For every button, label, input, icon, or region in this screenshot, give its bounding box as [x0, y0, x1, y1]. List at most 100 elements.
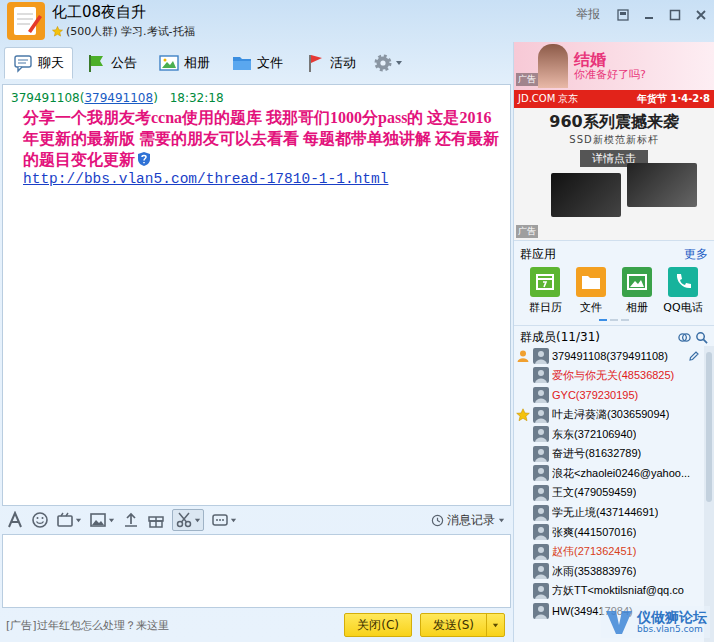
group-app[interactable]: 群日历	[522, 267, 568, 315]
scissors-icon[interactable]	[175, 511, 193, 529]
message-history-button[interactable]: 消息记录	[431, 512, 505, 529]
forum-logo-icon	[604, 607, 634, 637]
group-app[interactable]: 文件	[568, 267, 614, 315]
search-icon[interactable]	[695, 331, 708, 344]
member-row[interactable]: 冰雨(353883976)	[514, 562, 704, 582]
tab[interactable]: 公告	[77, 47, 146, 79]
member-scrollbar[interactable]	[704, 346, 714, 642]
bottom-bar: [广告]过年红包怎么处理？来这里 关闭(C) 发送(S)	[0, 608, 511, 642]
member-avatar-icon	[533, 603, 549, 619]
folder-icon	[232, 53, 252, 73]
member-row[interactable]: GYC(379230195)	[514, 385, 704, 405]
settings-menu[interactable]	[369, 53, 407, 73]
jd-ad[interactable]: JD.COM 京东年货节 1·4-2·8 960系列震撼来袭 SSD新模范新标杆…	[514, 90, 714, 240]
member-avatar-icon	[533, 563, 549, 579]
member-avatar-icon	[533, 583, 549, 599]
dropdown-arrow-icon[interactable]	[492, 622, 499, 629]
album-icon	[159, 53, 179, 73]
member-row[interactable]: 奋进号(81632789)	[514, 444, 704, 464]
member-row[interactable]: 东东(372106940)	[514, 424, 704, 444]
skin-icon[interactable]	[616, 8, 630, 22]
action-button[interactable]: 关闭(C)	[344, 613, 412, 637]
qq-group-chat-window: 化工08夜自升 (500人群) 学习.考试-托福 举报 聊天 公告 相册 文件 …	[0, 0, 714, 642]
message-link[interactable]: http://bbs.vlan5.com/thread-17810-1-1.ht…	[11, 171, 502, 187]
owner-icon	[516, 349, 530, 363]
member-avatar-icon	[533, 446, 549, 462]
notice-flag-icon	[86, 53, 106, 73]
more-tools-icon[interactable]	[211, 511, 229, 529]
title-bar: 化工08夜自升 (500人群) 学习.考试-托福 举报	[0, 0, 714, 42]
member-row[interactable]: 叶走浔葵潞(303659094)	[514, 405, 704, 425]
dropdown-arrow-icon[interactable]	[194, 517, 201, 524]
close-icon[interactable]	[694, 8, 708, 22]
group-title: 化工08夜自升	[52, 3, 195, 22]
minimize-icon[interactable]	[642, 8, 656, 22]
message-text: 分享一个我朋友考ccna使用的题库 我那哥们1000分pass的 这是2016年…	[11, 107, 502, 170]
member-row[interactable]: 张爽(441507016)	[514, 522, 704, 542]
group-app[interactable]: QQ电话	[660, 267, 706, 315]
tab[interactable]: 活动	[296, 47, 365, 79]
chat-icon	[13, 53, 33, 73]
image-icon[interactable]	[89, 511, 107, 529]
chat-history: 379491108(379491108) 18:32:18 分享一个我朋友考cc…	[2, 84, 511, 506]
calendar-icon	[530, 267, 560, 297]
clock-icon	[431, 514, 444, 527]
member-row[interactable]: 379491108(379491108)	[514, 346, 704, 366]
member-avatar-icon	[533, 348, 549, 364]
member-row[interactable]: 爱你与你无关(48536825)	[514, 366, 704, 386]
member-avatar-icon	[533, 524, 549, 540]
group-apps: 群应用 更多 群日历 文件 相册 QQ电话	[514, 240, 714, 325]
phone-icon	[668, 267, 698, 297]
gift-icon[interactable]	[147, 511, 165, 529]
dropdown-arrow-icon[interactable]	[230, 517, 237, 524]
pager	[520, 315, 708, 323]
member-avatar-icon	[533, 426, 549, 442]
sender-link[interactable]: 379491108	[84, 91, 153, 105]
dropdown-arrow-icon[interactable]	[75, 517, 82, 524]
member-avatar-icon	[533, 544, 549, 560]
input-toolbar: 消息记录	[0, 506, 511, 534]
member-row[interactable]: 学无止境(437144691)	[514, 503, 704, 523]
group-avatar-icon[interactable]	[6, 1, 46, 41]
tab[interactable]: 文件	[223, 47, 292, 79]
message-input[interactable]	[2, 534, 511, 608]
member-row[interactable]: 王文(479059459)	[514, 483, 704, 503]
dropdown-arrow-icon	[395, 59, 403, 67]
tab[interactable]: 相册	[150, 47, 219, 79]
chat-message: 379491108(379491108) 18:32:18 分享一个我朋友考cc…	[11, 91, 502, 187]
member-avatar-icon	[533, 387, 549, 403]
bottom-ad-link[interactable]: [广告]过年红包怎么处理？来这里	[6, 618, 169, 633]
message-header: 379491108(379491108) 18:32:18	[11, 91, 502, 105]
gear-icon	[373, 53, 393, 73]
watermark: 仪做狮论坛 bbs.vlan5.com	[601, 606, 710, 638]
action-button[interactable]: 发送(S)	[420, 613, 505, 637]
group-app[interactable]: 相册	[614, 267, 660, 315]
member-avatar-icon	[533, 465, 549, 481]
member-row[interactable]: 浪花<zhaolei0246@yahoo...	[514, 464, 704, 484]
ad-panel[interactable]: 结婚 你准备好了吗? 广告 JD.COM 京东年货节 1·4-2·8 960系列…	[514, 42, 714, 240]
upload-icon[interactable]	[122, 511, 140, 529]
dropdown-arrow-icon	[498, 517, 505, 524]
member-panel: 群成员(11/31) 379491108(379491108) 爱你与你无关(4…	[514, 325, 714, 642]
tab-bar: 聊天 公告 相册 文件 活动	[0, 42, 511, 84]
font-icon[interactable]	[6, 511, 24, 529]
maximize-icon[interactable]	[668, 8, 682, 22]
file-icon	[576, 267, 606, 297]
star-icon	[52, 26, 63, 37]
member-row[interactable]: 赵伟(271362451)	[514, 542, 704, 562]
more-link[interactable]: 更多	[684, 246, 708, 263]
member-avatar-icon	[533, 485, 549, 501]
admin-star-icon	[516, 408, 530, 422]
emoji-icon[interactable]	[31, 511, 49, 529]
edit-icon[interactable]	[688, 350, 700, 362]
security-check-icon[interactable]	[137, 151, 151, 167]
wedding-ad[interactable]: 结婚 你准备好了吗? 广告	[514, 42, 714, 90]
tab[interactable]: 聊天	[4, 47, 73, 79]
member-manage-icon[interactable]	[678, 331, 691, 344]
video-effect-icon[interactable]	[56, 511, 74, 529]
dropdown-arrow-icon[interactable]	[108, 517, 115, 524]
album-icon	[622, 267, 652, 297]
report-link[interactable]: 举报	[576, 6, 600, 23]
member-avatar-icon	[533, 407, 549, 423]
member-row[interactable]: 方妖TT<moktilsniaf@qq.co	[514, 581, 704, 601]
